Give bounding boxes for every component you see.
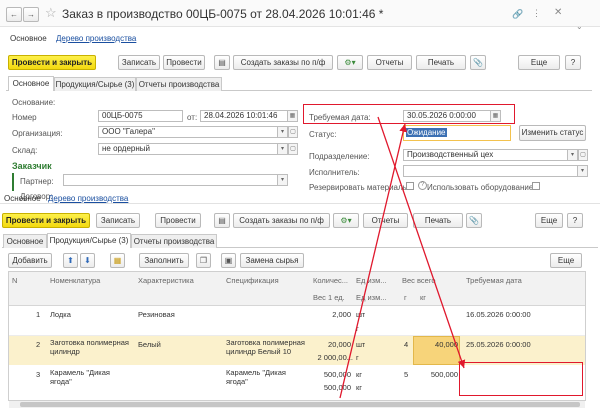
annotation-arrows xyxy=(339,116,466,399)
arrow-to-form xyxy=(339,123,407,399)
arrow-to-table xyxy=(377,116,466,369)
